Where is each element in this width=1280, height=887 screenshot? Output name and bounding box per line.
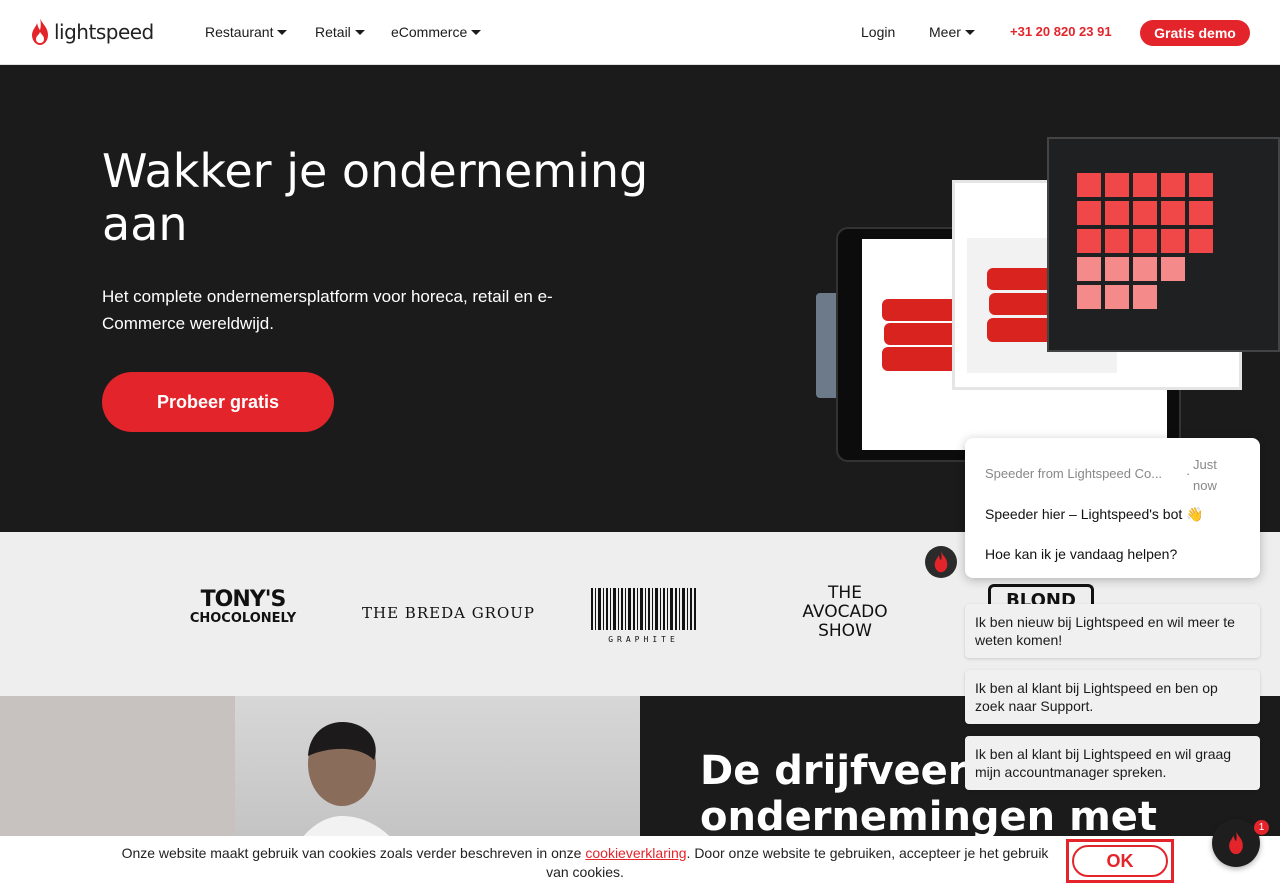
menu-tile (1133, 285, 1157, 309)
logo-text: GRAPHITE (608, 635, 679, 644)
chat-message-line: Speeder hier – Lightspeed's bot 👋 (985, 506, 1204, 522)
menu-tile (1105, 229, 1129, 253)
blond-logo: BLOND (988, 584, 1094, 604)
menu-tile (1133, 229, 1157, 253)
chat-timestamp: Just now (1193, 457, 1217, 493)
menu-tile (1189, 229, 1213, 253)
nav-restaurant[interactable]: Restaurant (205, 24, 288, 40)
chevron-down-icon (964, 30, 975, 35)
hero-title: Wakker je onderneming aan (102, 144, 649, 251)
chevron-down-icon (471, 30, 482, 35)
chevron-down-icon (354, 30, 365, 35)
chevron-down-icon (277, 30, 288, 35)
menu-tile (1133, 201, 1157, 225)
flame-icon (32, 18, 48, 45)
nav-more-label: Meer (929, 24, 961, 40)
cookie-text-before: Onze website maakt gebruik van cookies z… (121, 845, 586, 861)
product-price: €34.99 (994, 417, 1056, 439)
tonys-chocolonely-logo: TONY'S CHOCOLONELY (188, 588, 298, 626)
cookie-ok-button[interactable]: OK (1066, 839, 1174, 883)
logo-text: THE (828, 583, 862, 603)
hero-subtitle: Het complete ondernemersplatform voor ho… (102, 287, 553, 333)
chat-option-new[interactable]: Ik ben nieuw bij Lightspeed en wil meer … (965, 604, 1260, 658)
free-demo-button[interactable]: Gratis demo (1140, 20, 1250, 46)
menu-tile (1161, 257, 1185, 281)
menu-tile (1161, 229, 1185, 253)
tablet-restaurant-device (1047, 137, 1280, 352)
menu-tile (1105, 173, 1129, 197)
nav-ecommerce-label: eCommerce (391, 24, 468, 40)
logo-text: TONY'S (200, 587, 287, 612)
menu-tile (1161, 201, 1185, 225)
chat-option-account-manager[interactable]: Ik ben al klant bij Lightspeed en wil gr… (965, 736, 1260, 790)
logo-text: AVOCADO (802, 602, 888, 622)
phone-link[interactable]: +31 20 820 23 91 (1010, 24, 1112, 39)
menu-tile (1105, 285, 1129, 309)
menu-tile (1077, 257, 1101, 281)
menu-tile (1077, 201, 1101, 225)
bot-avatar (925, 546, 957, 578)
nav-more[interactable]: Meer (929, 24, 975, 40)
chat-message-line: Hoe kan ik je vandaag helpen? (985, 546, 1178, 562)
cookie-policy-link[interactable]: cookieverklaring (585, 845, 686, 861)
logo-text: CHOCOLONELY (189, 611, 297, 626)
chat-message-card[interactable]: Speeder from Lightspeed Co... · Just now… (965, 438, 1260, 578)
login-label: Login (861, 24, 896, 40)
login-link[interactable]: Login (861, 24, 895, 40)
logo-text: SHOW (818, 621, 872, 641)
avocado-show-logo: THE AVOCADO SHOW (792, 584, 898, 641)
menu-tile (1077, 173, 1101, 197)
menu-tile (1133, 257, 1157, 281)
chat-sender: Speeder from Lightspeed Co... (985, 466, 1163, 481)
nav-retail-label: Retail (315, 24, 351, 40)
menu-tile (1161, 173, 1185, 197)
menu-tile (1189, 201, 1213, 225)
chat-option-support[interactable]: Ik ben al klant bij Lightspeed en ben op… (965, 670, 1260, 724)
cookie-banner: Onze website maakt gebruik van cookies z… (0, 836, 1280, 887)
menu-tile (1077, 285, 1101, 309)
unread-badge: 1 (1254, 820, 1269, 835)
site-header: lightspeed Restaurant Retail eCommerce L… (0, 0, 1280, 65)
lightspeed-logo[interactable]: lightspeed (30, 18, 154, 46)
menu-tile (1189, 173, 1213, 197)
logo-wordmark: lightspeed (54, 20, 154, 44)
graphite-logo: GRAPHITE (590, 588, 697, 644)
cookie-text: Onze website maakt gebruik van cookies z… (110, 844, 1060, 882)
cookie-ok-label: OK (1072, 845, 1168, 877)
breda-group-logo: THE BREDA GROUP (362, 604, 536, 622)
separator-dot: · (1186, 466, 1191, 481)
barcode-icon (591, 588, 696, 630)
nav-restaurant-label: Restaurant (205, 24, 274, 40)
try-free-button[interactable]: Probeer gratis (102, 372, 334, 432)
nav-retail[interactable]: Retail (315, 24, 365, 40)
menu-tile (1105, 201, 1129, 225)
menu-tile (1077, 229, 1101, 253)
flame-icon (1229, 831, 1243, 855)
nav-ecommerce[interactable]: eCommerce (391, 24, 482, 40)
menu-tile (1105, 257, 1129, 281)
flame-icon (934, 551, 948, 573)
chat-launcher-button[interactable] (1212, 819, 1260, 867)
menu-tile (1133, 173, 1157, 197)
